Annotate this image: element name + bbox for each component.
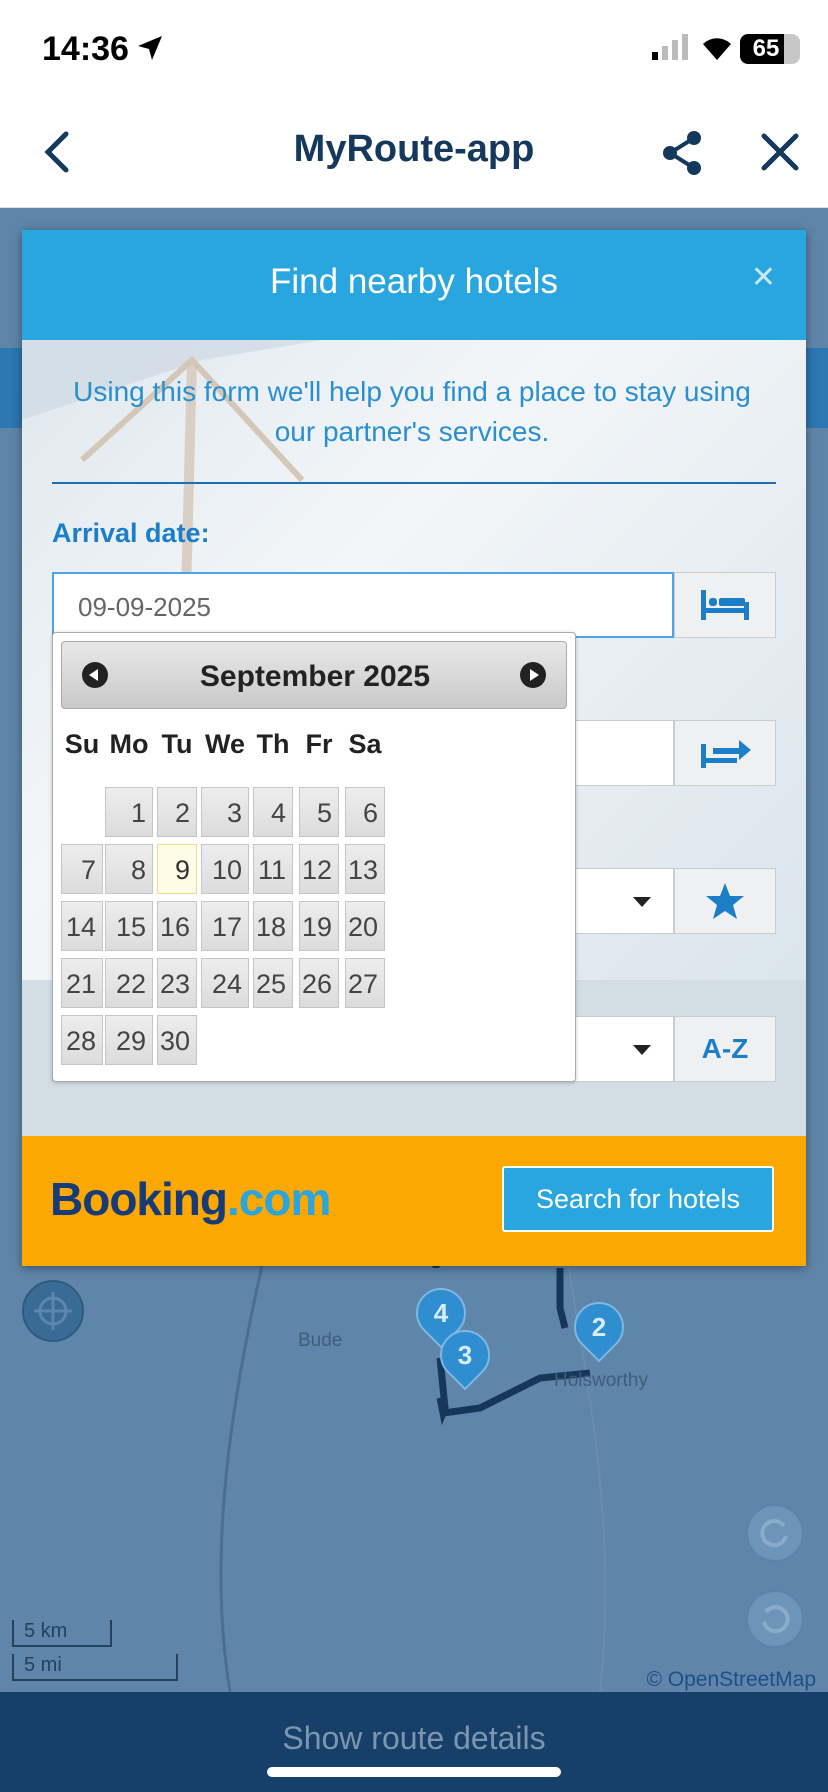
calendar-day[interactable]: 18 <box>253 901 293 951</box>
calendar-day[interactable]: 19 <box>299 901 339 951</box>
route-marker-number: 4 <box>433 1298 449 1328</box>
status-bar: 14:36 65 <box>0 0 828 100</box>
redo-icon <box>760 1519 788 1548</box>
map-attribution-link[interactable]: © OpenStreetMap <box>646 1668 816 1692</box>
calendar-day[interactable]: 14 <box>61 901 103 951</box>
divider <box>52 482 776 484</box>
route-marker-number: 3 <box>457 1340 473 1370</box>
map-place-label: Bude <box>298 1330 343 1351</box>
dialog-close-icon[interactable]: ✕ <box>751 260 776 295</box>
calendar-day[interactable]: 17 <box>201 901 249 951</box>
calendar-day[interactable]: 9 <box>157 844 197 894</box>
calendar-day[interactable]: 2 <box>157 787 197 837</box>
dialog-header: Find nearby hotels ✕ <box>22 230 806 340</box>
scale-mi: 5 mi <box>12 1654 178 1681</box>
weekday-header: Mo <box>109 729 149 759</box>
scale-km: 5 km <box>12 1620 112 1647</box>
calendar-day[interactable]: 7 <box>61 844 103 894</box>
battery-icon: 65 <box>740 34 800 64</box>
arrival-date-row: 09-09-2025 <box>52 572 776 638</box>
rotate-counterclockwise-button[interactable] <box>746 1590 804 1648</box>
share-icon[interactable] <box>660 130 704 176</box>
search-hotels-button[interactable]: Search for hotels <box>502 1166 774 1232</box>
arrival-date-input[interactable]: 09-09-2025 <box>52 572 674 638</box>
wifi-icon <box>703 38 731 60</box>
calendar-day[interactable]: 16 <box>157 901 197 951</box>
calendar-day[interactable]: 1 <box>105 787 153 837</box>
calendar-day[interactable]: 15 <box>105 901 153 951</box>
dialog-title: Find nearby hotels <box>270 262 558 301</box>
location-arrow-icon <box>138 36 162 60</box>
date-picker: September 2025 Su Mo Tu We Th Fr Sa 1234567891… <box>52 632 576 1082</box>
dialog-intro-text: Using this form we'll help you find a pl… <box>73 376 751 447</box>
calendar-day[interactable]: 28 <box>61 1015 103 1065</box>
date-picker-header: September 2025 <box>61 641 567 709</box>
crosshair-icon <box>34 1292 72 1330</box>
weekday-header: Su <box>64 729 100 759</box>
calendar-day[interactable]: 11 <box>253 844 293 894</box>
close-icon[interactable] <box>760 132 800 172</box>
booking-logo: Booking.com <box>50 1173 331 1225</box>
arrival-date-button[interactable] <box>674 572 776 638</box>
calendar-day[interactable]: 3 <box>201 787 249 837</box>
dialog-footer: Booking.com Search for hotels <box>22 1136 806 1266</box>
map-place-label: Holsworthy <box>554 1370 648 1391</box>
calendar-day[interactable]: 10 <box>201 844 249 894</box>
next-month-icon[interactable] <box>520 662 546 688</box>
route-marker-number: 2 <box>591 1312 607 1342</box>
locate-me-button[interactable] <box>22 1280 84 1342</box>
calendar-day[interactable]: 6 <box>345 787 385 837</box>
calendar-day[interactable]: 23 <box>157 958 197 1008</box>
rotate-clockwise-button[interactable] <box>746 1504 804 1562</box>
weekday-header: Tu <box>161 729 193 759</box>
calendar-day[interactable]: 30 <box>157 1015 197 1065</box>
calendar-day[interactable]: 25 <box>253 958 293 1008</box>
arrival-date-label: Arrival date: <box>52 518 210 548</box>
weekday-header: Fr <box>305 729 333 759</box>
calendar-day[interactable]: 20 <box>345 901 385 951</box>
app-header: MyRoute-app <box>0 100 828 208</box>
weekday-header: Sa <box>348 729 382 759</box>
bed-arrow-icon <box>701 740 751 768</box>
weekday-header: Th <box>256 729 290 759</box>
date-picker-month: September 2025 <box>199 660 431 693</box>
weekday-header: We <box>204 729 245 759</box>
home-indicator <box>267 1767 561 1777</box>
calendar-day[interactable]: 29 <box>105 1015 153 1065</box>
calendar-day[interactable]: 26 <box>299 958 339 1008</box>
show-route-details-button[interactable]: Show route details <box>0 1720 828 1757</box>
sort-label: A-Z <box>701 1033 749 1064</box>
rating-button[interactable] <box>674 868 776 934</box>
sort-button[interactable]: A-Z <box>674 1016 776 1082</box>
calendar-day[interactable]: 22 <box>105 958 153 1008</box>
calendar-day[interactable]: 12 <box>299 844 339 894</box>
calendar-day[interactable]: 27 <box>345 958 385 1008</box>
cellular-signal-icon <box>652 34 688 60</box>
calendar-day[interactable]: 21 <box>61 958 103 1008</box>
calendar-day[interactable]: 13 <box>345 844 385 894</box>
route-details-bar[interactable]: Show route details <box>0 1692 828 1792</box>
calendar-day[interactable]: 8 <box>105 844 153 894</box>
undo-icon <box>762 1605 790 1634</box>
calendar-day[interactable]: 24 <box>201 958 249 1008</box>
star-icon <box>706 883 744 919</box>
calendar-day[interactable]: 4 <box>253 787 293 837</box>
battery-level: 65 <box>752 35 780 62</box>
nights-button[interactable] <box>674 720 776 786</box>
status-time: 14:36 <box>42 30 129 68</box>
calendar-day[interactable]: 5 <box>299 787 339 837</box>
bed-icon <box>701 590 749 620</box>
